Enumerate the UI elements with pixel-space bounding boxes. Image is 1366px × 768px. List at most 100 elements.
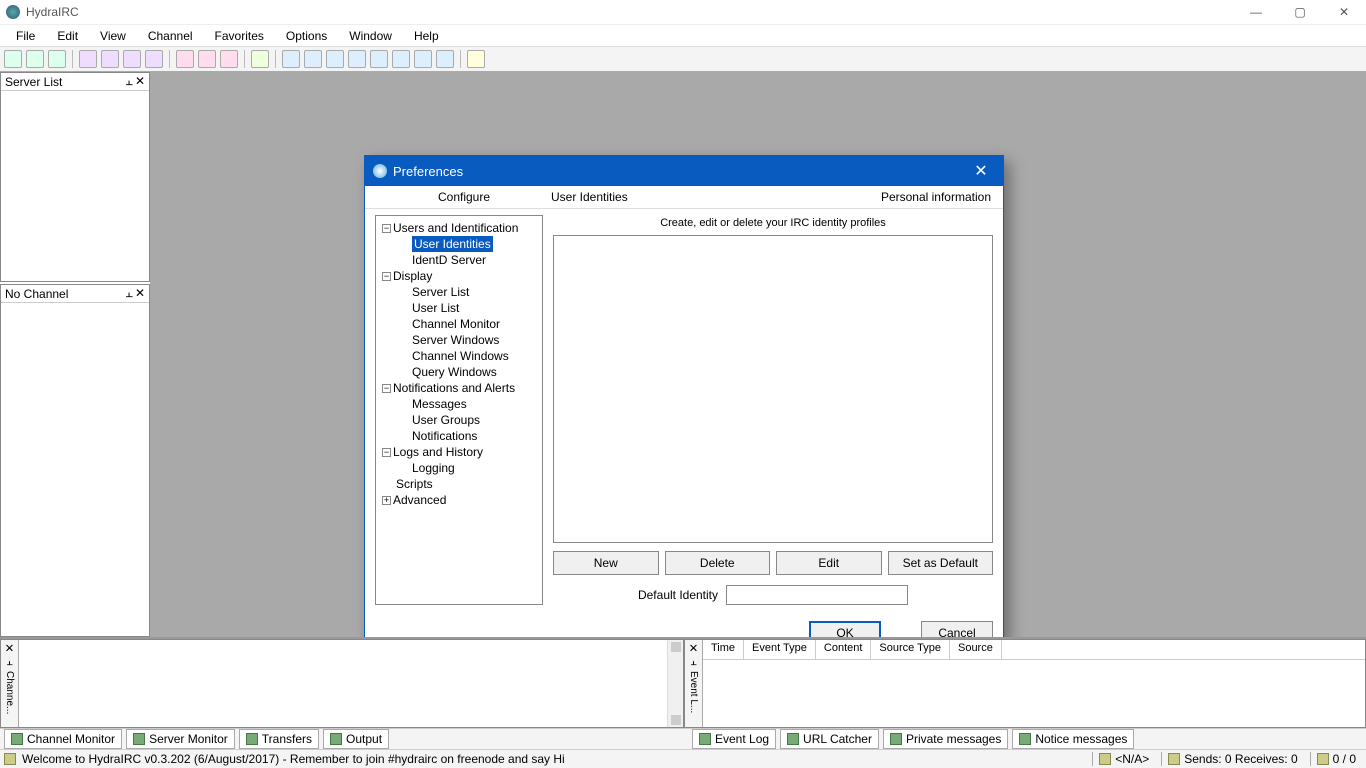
toolbar-icon[interactable]: [220, 50, 238, 68]
preferences-dialog: Preferences ✕ Configure User Identities …: [364, 155, 1004, 656]
close-button[interactable]: ✕: [1322, 0, 1366, 24]
tree-server-list[interactable]: Server List: [412, 285, 469, 299]
set-default-button[interactable]: Set as Default: [888, 551, 994, 575]
window-title: HydraIRC: [26, 5, 1234, 19]
menu-window[interactable]: Window: [339, 26, 402, 46]
default-identity-field[interactable]: [726, 585, 908, 605]
close-icon[interactable]: ✕: [135, 286, 145, 301]
maximize-button[interactable]: ▢: [1278, 0, 1322, 24]
toolbar-icon[interactable]: [101, 50, 119, 68]
collapse-icon[interactable]: −: [382, 384, 391, 393]
close-icon[interactable]: ✕: [135, 74, 145, 89]
server-list-panel: Server List ⫠✕: [0, 72, 150, 282]
menu-options[interactable]: Options: [276, 26, 337, 46]
dialog-title: Preferences: [393, 164, 967, 179]
tree-notifications-leaf[interactable]: Notifications: [412, 429, 477, 443]
status-sends: Sends: 0 Receives: 0: [1184, 752, 1297, 766]
tab-transfers[interactable]: Transfers: [239, 729, 319, 749]
pin-icon[interactable]: ⫠: [126, 286, 133, 301]
close-icon[interactable]: ✕: [5, 640, 13, 656]
tree-user-groups[interactable]: User Groups: [412, 413, 480, 427]
toolbar-icon[interactable]: [348, 50, 366, 68]
dialog-close-button[interactable]: ✕: [967, 161, 995, 181]
menu-help[interactable]: Help: [404, 26, 449, 46]
toolbar-icon[interactable]: [467, 50, 485, 68]
menu-favorites[interactable]: Favorites: [205, 26, 274, 46]
toolbar-icon[interactable]: [304, 50, 322, 68]
toolbar-icon[interactable]: [198, 50, 216, 68]
toolbar-icon[interactable]: [392, 50, 410, 68]
tree-user-identities[interactable]: User Identities: [412, 236, 493, 252]
tree-display[interactable]: Display: [393, 269, 432, 283]
event-log-columns[interactable]: Time Event Type Content Source Type Sour…: [703, 640, 1365, 660]
toolbar-icon[interactable]: [414, 50, 432, 68]
edit-button[interactable]: Edit: [776, 551, 882, 575]
tab-event-log[interactable]: Event Log: [692, 729, 776, 749]
event-log-pane: ✕ ⫠ Event L... Time Event Type Content S…: [684, 639, 1366, 728]
tree-identd-server[interactable]: IdentD Server: [412, 253, 486, 267]
pin-icon[interactable]: ⫠: [6, 656, 13, 669]
preferences-tree[interactable]: −Users and Identification User Identitie…: [375, 215, 543, 605]
toolbar-icon[interactable]: [123, 50, 141, 68]
toolbar-icon[interactable]: [370, 50, 388, 68]
tab-private-messages[interactable]: Private messages: [883, 729, 1008, 749]
toolbar-icon[interactable]: [282, 50, 300, 68]
server-list-body[interactable]: [1, 91, 149, 281]
toolbar-icon[interactable]: [176, 50, 194, 68]
tree-server-windows[interactable]: Server Windows: [412, 333, 499, 347]
tree-query-windows[interactable]: Query Windows: [412, 365, 497, 379]
expand-icon[interactable]: +: [382, 496, 391, 505]
col-time[interactable]: Time: [703, 640, 744, 659]
toolbar-icon[interactable]: [251, 50, 269, 68]
pin-icon[interactable]: ⫠: [690, 656, 697, 669]
tree-channel-monitor[interactable]: Channel Monitor: [412, 317, 500, 331]
pin-icon[interactable]: ⫠: [126, 74, 133, 89]
col-source[interactable]: Source: [950, 640, 1002, 659]
tree-logging[interactable]: Logging: [412, 461, 455, 475]
tab-url-catcher[interactable]: URL Catcher: [780, 729, 879, 749]
tree-users-and-identification[interactable]: Users and Identification: [393, 221, 518, 235]
tree-logs[interactable]: Logs and History: [393, 445, 483, 459]
toolbar-icon[interactable]: [145, 50, 163, 68]
tree-user-list[interactable]: User List: [412, 301, 459, 315]
tab-server-monitor[interactable]: Server Monitor: [126, 729, 235, 749]
menu-channel[interactable]: Channel: [138, 26, 203, 46]
col-event-type[interactable]: Event Type: [744, 640, 816, 659]
close-icon[interactable]: ✕: [689, 640, 697, 656]
toolbar-icon[interactable]: [436, 50, 454, 68]
tab-notice-messages[interactable]: Notice messages: [1012, 729, 1134, 749]
scrollbar[interactable]: [667, 640, 683, 727]
new-button[interactable]: New: [553, 551, 659, 575]
no-channel-body[interactable]: [1, 303, 149, 636]
dialog-titlebar[interactable]: Preferences ✕: [365, 156, 1003, 186]
statusbar: Welcome to HydraIRC v0.3.202 (6/August/2…: [0, 749, 1366, 768]
col-source-type[interactable]: Source Type: [871, 640, 950, 659]
tree-scripts[interactable]: Scripts: [396, 477, 433, 491]
collapse-icon[interactable]: −: [382, 272, 391, 281]
menu-edit[interactable]: Edit: [47, 26, 88, 46]
minimize-button[interactable]: —: [1234, 0, 1278, 24]
people-icon: [1099, 753, 1111, 765]
tree-messages[interactable]: Messages: [412, 397, 467, 411]
toolbar-icon[interactable]: [26, 50, 44, 68]
header-configure: Configure: [377, 190, 551, 204]
collapse-icon[interactable]: −: [382, 224, 391, 233]
tab-output[interactable]: Output: [323, 729, 389, 749]
toolbar-icon[interactable]: [4, 50, 22, 68]
identity-listbox[interactable]: [553, 235, 993, 543]
tree-advanced[interactable]: Advanced: [393, 493, 446, 507]
toolbar-icon[interactable]: [48, 50, 66, 68]
collapse-icon[interactable]: −: [382, 448, 391, 457]
channel-monitor-content[interactable]: [19, 640, 683, 727]
menu-view[interactable]: View: [90, 26, 136, 46]
menu-file[interactable]: File: [6, 26, 45, 46]
tab-icon: [330, 733, 342, 745]
col-content[interactable]: Content: [816, 640, 872, 659]
toolbar-icon[interactable]: [326, 50, 344, 68]
toolbar-icon[interactable]: [79, 50, 97, 68]
delete-button[interactable]: Delete: [665, 551, 771, 575]
tree-notifications[interactable]: Notifications and Alerts: [393, 381, 515, 395]
tree-channel-windows[interactable]: Channel Windows: [412, 349, 509, 363]
dialog-header: Configure User Identities Personal infor…: [365, 186, 1003, 209]
tab-channel-monitor[interactable]: Channel Monitor: [4, 729, 122, 749]
